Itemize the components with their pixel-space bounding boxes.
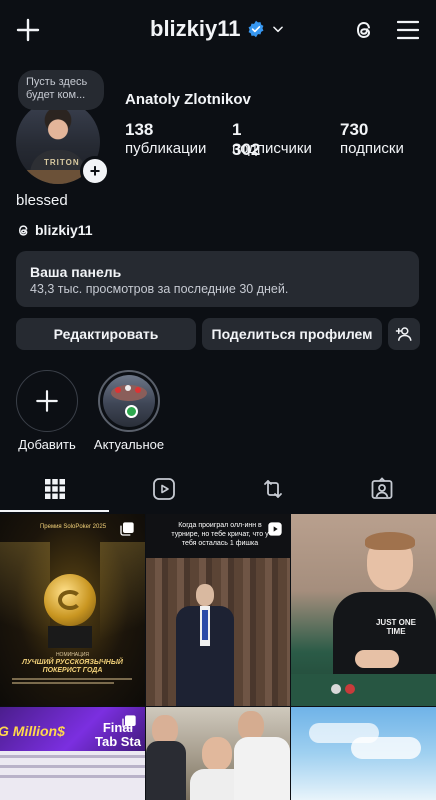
share-profile-button[interactable]: Поделиться профилем xyxy=(202,318,382,350)
highlight-actual[interactable] xyxy=(98,370,160,432)
reels-icon xyxy=(152,477,176,501)
grid-icon xyxy=(44,479,65,499)
reposts-icon xyxy=(261,477,285,501)
highlight-cover-image xyxy=(103,375,155,427)
following-label: подписки xyxy=(340,140,404,157)
professional-dashboard[interactable]: Ваша панель 43,3 тыс. просмотров за посл… xyxy=(16,251,419,307)
tagged-icon xyxy=(370,477,394,501)
full-name: Anatoly Zlotnikov xyxy=(125,91,251,108)
reel-icon xyxy=(267,521,283,537)
post1-nomination: НОМИНАЦИЯ xyxy=(55,652,90,658)
threads-icon[interactable] xyxy=(350,16,378,44)
dashboard-subtitle: 43,3 тыс. просмотров за последние 30 дне… xyxy=(30,282,289,296)
add-person-icon xyxy=(395,325,413,343)
posts-count[interactable]: 138 xyxy=(125,120,153,140)
grid-post-4[interactable]: G Million$ Final Tab Sta xyxy=(0,707,145,800)
profile-note[interactable]: Пусть здесь будет ком... xyxy=(18,70,104,110)
tab-reposts[interactable] xyxy=(218,466,327,512)
edit-profile-button[interactable]: Редактировать xyxy=(16,318,196,350)
top-bar: blizkiy11 xyxy=(0,0,436,60)
bio: blessed xyxy=(16,192,68,209)
plus-icon[interactable] xyxy=(14,16,42,44)
content-tabs xyxy=(0,466,436,512)
plus-icon xyxy=(34,388,60,414)
threads-handle: blizkiy11 xyxy=(35,222,93,238)
grid-post-3[interactable]: JUST ONE TIME xyxy=(291,514,436,706)
active-tab-indicator xyxy=(0,510,109,512)
verified-badge-icon xyxy=(247,20,265,38)
highlight-label-actual: Актуальное xyxy=(93,437,165,452)
carousel-icon xyxy=(119,521,135,537)
post3-shirt-text: JUST ONE TIME xyxy=(375,618,416,636)
discover-people-button[interactable] xyxy=(388,318,420,350)
menu-icon[interactable] xyxy=(394,16,422,44)
grid-post-6[interactable] xyxy=(291,707,436,800)
grid-post-5[interactable] xyxy=(146,707,290,800)
post1-title: ЛУЧШИЙ РУССКОЯЗЫЧНЫЙ ПОКЕРИСТ ГОДА xyxy=(22,659,123,674)
new-highlight-button[interactable] xyxy=(16,370,78,432)
grid-post-1[interactable]: Премия SoloPoker 2025 НОМИНАЦИЯ ЛУЧШИЙ Р… xyxy=(0,514,145,706)
post4-left-text: G Million$ xyxy=(0,723,65,739)
dashboard-title: Ваша панель xyxy=(30,264,122,280)
tab-grid[interactable] xyxy=(0,466,109,512)
grid-post-2[interactable]: Когда проиграл олл-инн в турнире, но теб… xyxy=(146,514,290,706)
avatar-shirt-text: TRITON xyxy=(44,158,80,167)
post2-caption: Когда проиграл олл-инн в турнире, но теб… xyxy=(171,522,269,547)
following-count[interactable]: 730 xyxy=(340,120,368,140)
posts-label: публикации xyxy=(125,140,207,157)
chevron-down-icon xyxy=(271,22,285,36)
add-story-icon[interactable]: + xyxy=(80,156,110,186)
tab-reels[interactable] xyxy=(109,466,218,512)
post1-header: Премия SoloPoker 2025 xyxy=(39,524,107,530)
account-switcher[interactable]: blizkiy11 xyxy=(150,16,285,42)
username-title: blizkiy11 xyxy=(150,16,241,41)
followers-label: подписчики xyxy=(232,140,312,157)
threads-profile-link[interactable]: blizkiy11 xyxy=(16,222,93,238)
threads-small-icon xyxy=(16,223,31,238)
carousel-icon xyxy=(121,714,137,730)
tab-tagged[interactable] xyxy=(327,466,436,512)
